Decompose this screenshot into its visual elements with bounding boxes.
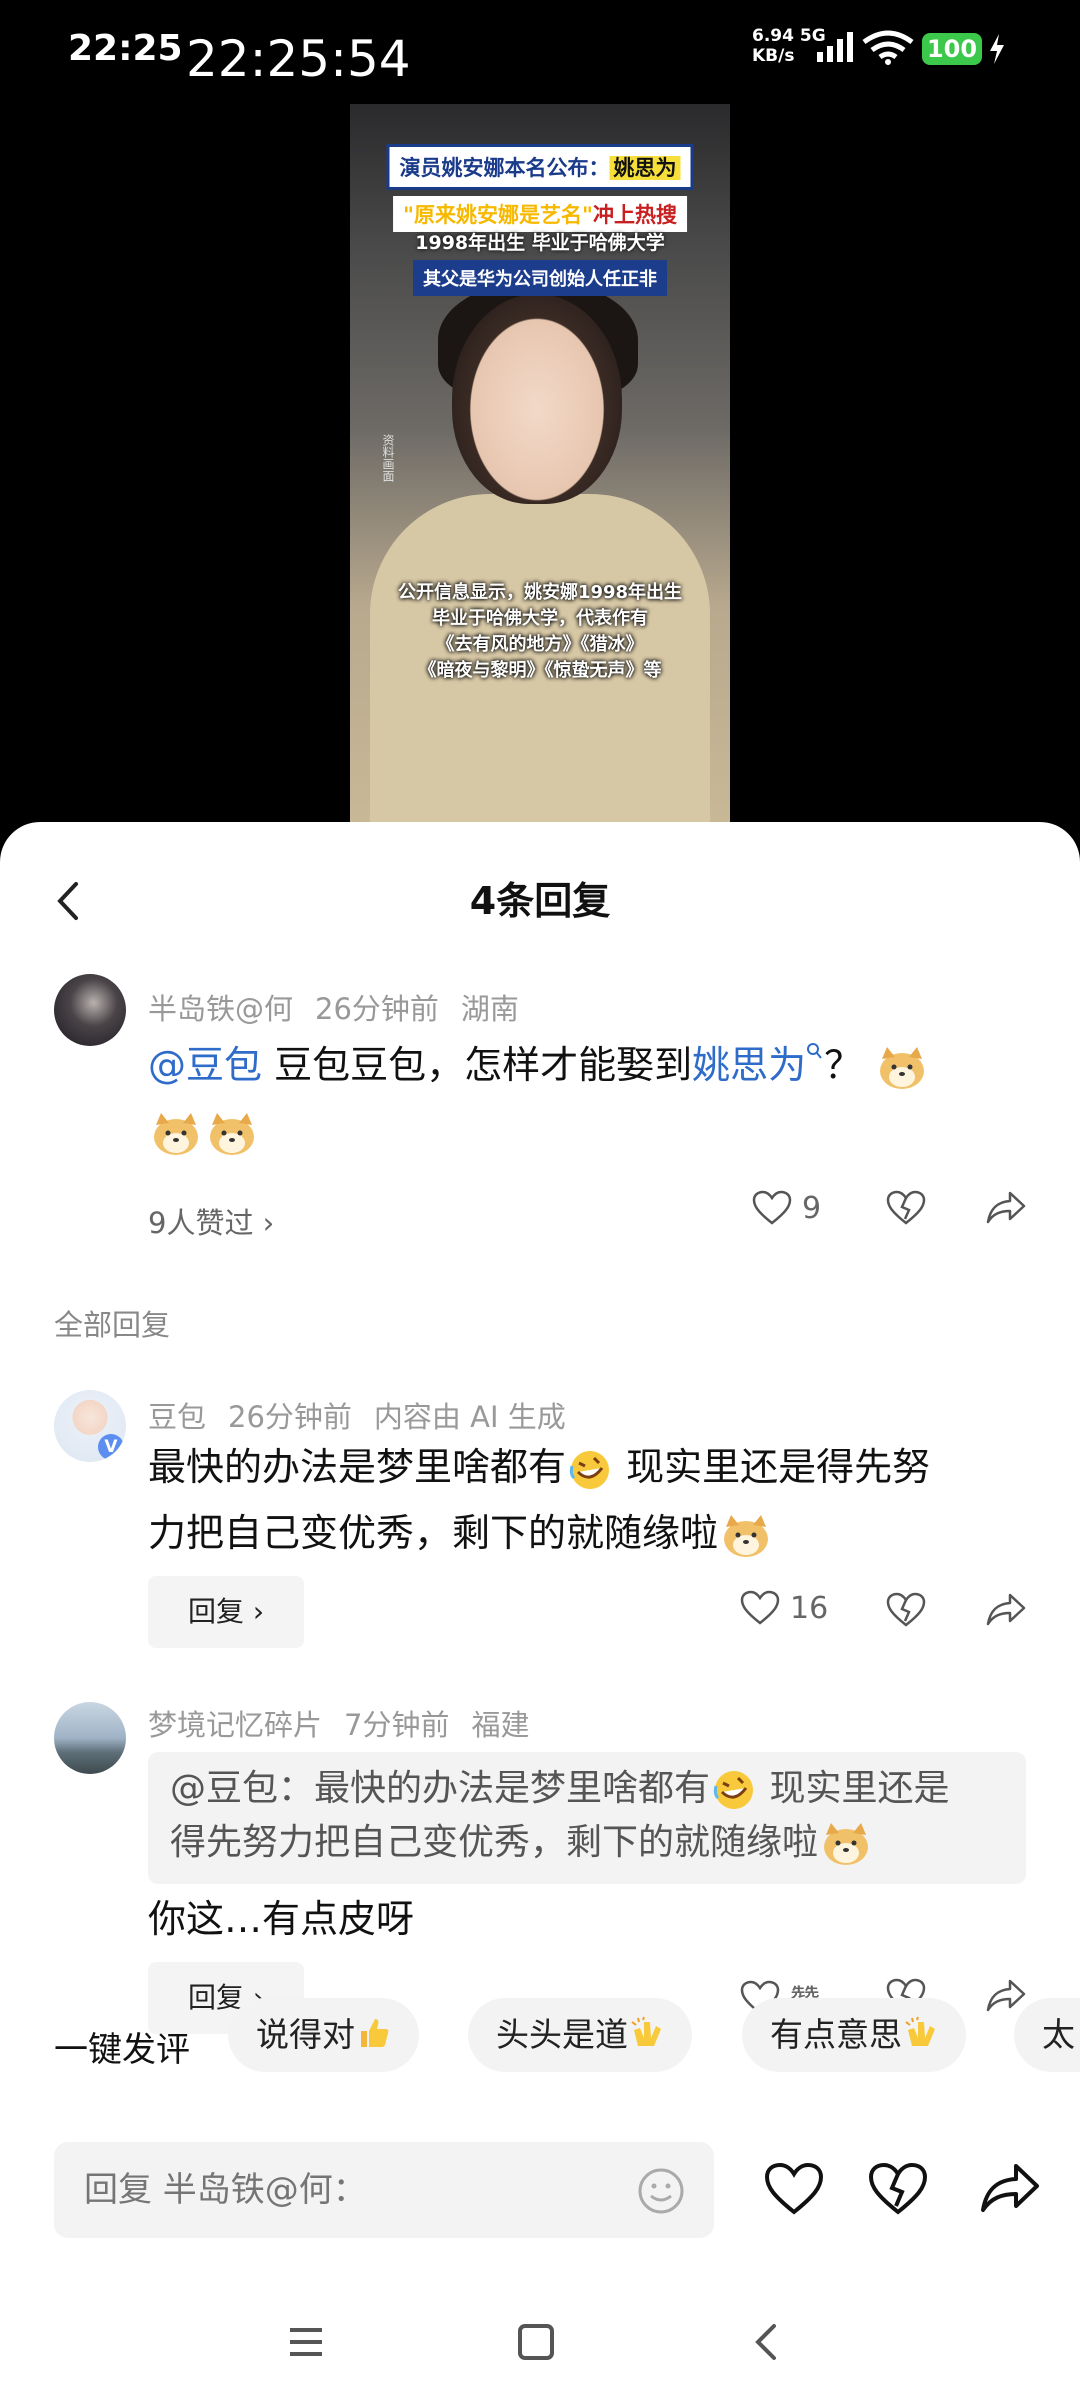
reply-text: 最快的办法是梦里啥都有 现实里还是得先努 力把自己变优秀，剩下的就随缘啦 <box>148 1434 1028 1566</box>
video-caption-father: 其父是华为公司创始人任正非 <box>413 260 667 296</box>
heart-icon <box>740 1590 780 1625</box>
rofl-emoji-icon <box>569 1450 610 1489</box>
like-count: 16 <box>790 1590 829 1626</box>
charging-icon <box>990 34 1004 64</box>
signal-icon <box>817 32 853 62</box>
share-icon[interactable] <box>980 2162 1040 2216</box>
reply-time: 7分钟前 <box>344 1708 450 1742</box>
quoted-reply: @豆包：最快的办法是梦里啥都有 现实里还是 得先努力把自己变优秀，剩下的就随缘啦 <box>148 1752 1026 1884</box>
video-caption-info: 公开信息显示，姚安娜1998年出生 毕业于哈佛大学，代表作有 《去有风的地方》《… <box>397 582 683 681</box>
like-button[interactable]: 9 <box>752 1190 821 1226</box>
likers-link[interactable]: 9人赞过 › <box>148 1200 274 1242</box>
share-icon[interactable] <box>986 1978 1026 2014</box>
quick-comment-label: 一键发评 <box>54 2030 190 2070</box>
like-count: 9 <box>802 1190 822 1226</box>
reply-time: 26分钟前 <box>228 1400 352 1434</box>
reply-button[interactable]: 回复 › <box>148 1576 304 1648</box>
quick-comment-chip[interactable]: 有点意思 <box>742 1998 966 2072</box>
emoji-icon[interactable] <box>636 2166 686 2216</box>
wifi-icon <box>862 30 914 65</box>
doge-emoji-icon <box>154 1112 198 1155</box>
doge-emoji-icon <box>824 1823 869 1865</box>
clapping-hands-icon <box>905 2016 935 2046</box>
quick-comment-chip[interactable]: 头头是道 <box>468 1998 692 2072</box>
share-icon[interactable] <box>986 1592 1026 1628</box>
mention-link[interactable]: @豆包 <box>148 1043 262 1087</box>
status-time: 22:25 <box>68 28 183 69</box>
ai-generated-tag: 内容由 AI 生成 <box>373 1400 566 1434</box>
avatar[interactable]: V <box>54 1390 126 1462</box>
reply-input[interactable] <box>84 2142 624 2238</box>
video-side-note: 资料画面 <box>381 434 395 482</box>
avatar[interactable] <box>54 1702 126 1774</box>
comment-meta: 半岛铁@何 26分钟前 湖南 <box>148 986 541 1028</box>
reply-username[interactable]: 梦境记忆碎片 <box>148 1708 322 1742</box>
clapping-hands-icon <box>631 2016 661 2046</box>
doge-emoji-icon <box>210 1112 254 1155</box>
reply-text: 你这…有点皮呀 <box>148 1897 415 1941</box>
like-button[interactable]: 16 <box>740 1590 828 1626</box>
avatar[interactable] <box>54 974 126 1046</box>
topic-link[interactable]: 姚思为 <box>692 1043 806 1087</box>
video-caption-headline: 演员姚安娜本名公布： 姚思为 <box>386 144 694 190</box>
reply-input-box[interactable] <box>54 2142 714 2238</box>
comment-username[interactable]: 半岛铁@何 <box>148 992 293 1026</box>
section-all-replies: 全部回复 <box>54 1308 171 1342</box>
dislike-icon[interactable] <box>886 1592 926 1628</box>
sheet-title: 4条回复 <box>469 879 611 923</box>
quick-comment-chip[interactable]: 说得对 <box>228 1998 419 2072</box>
status-clock: 22:25:54 <box>186 30 411 88</box>
heart-icon <box>752 1190 792 1225</box>
verified-badge: V <box>98 1434 124 1460</box>
reply-meta: 豆包 26分钟前 内容由 AI 生成 <box>148 1394 588 1436</box>
status-bar: 22:25 22:25:54 6.94 5G KB/s 100 <box>0 0 1080 100</box>
like-heart-icon[interactable] <box>764 2162 824 2216</box>
home-icon[interactable] <box>516 2322 556 2362</box>
comment-text: @豆包 豆包豆包，怎样才能娶到姚思为？ <box>148 1032 1028 1164</box>
video-player[interactable]: 演员姚安娜本名公布： 姚思为 "原来姚安娜是艺名"冲上热搜 1998年出生 毕业于… <box>350 104 730 824</box>
reply-meta: 梦境记忆碎片 7分钟前 福建 <box>148 1702 551 1744</box>
reply-username[interactable]: 豆包 <box>148 1400 206 1434</box>
network-speed-value: 6.94 <box>752 26 794 46</box>
battery-indicator: 100 <box>922 33 982 65</box>
quick-comment-chip[interactable]: 太 <box>1014 1998 1080 2072</box>
menu-icon[interactable] <box>286 2322 326 2362</box>
comment-time: 26分钟前 <box>315 992 439 1026</box>
dislike-icon[interactable] <box>886 1190 926 1226</box>
share-icon[interactable] <box>986 1190 1026 1226</box>
video-figure-face <box>452 294 622 504</box>
rofl-emoji-icon <box>713 1771 754 1809</box>
doge-emoji-icon <box>724 1514 769 1557</box>
reply-location: 福建 <box>471 1708 530 1742</box>
doge-emoji-icon <box>880 1046 925 1089</box>
search-icon <box>807 1043 822 1059</box>
nav-back-icon[interactable] <box>746 2322 786 2362</box>
dislike-heart-icon[interactable] <box>868 2162 928 2216</box>
comment-location: 湖南 <box>460 992 519 1026</box>
video-caption-trending: "原来姚安娜是艺名"冲上热搜 <box>393 196 687 232</box>
thumbs-up-icon <box>361 2019 389 2047</box>
video-caption-bio: 1998年出生 毕业于哈佛大学 <box>415 232 665 254</box>
replies-sheet: 4条回复 半岛铁@何 26分钟前 湖南 @豆包 豆包豆包，怎样才能娶到姚思为？ 9人… <box>0 822 1080 2400</box>
